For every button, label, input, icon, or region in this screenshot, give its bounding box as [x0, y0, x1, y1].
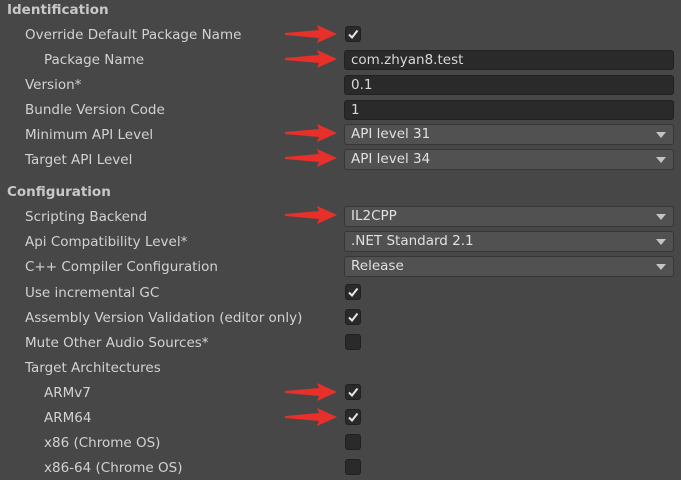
annotation-arrow-icon — [285, 408, 337, 426]
annotation-arrow-icon — [285, 124, 337, 142]
api-compat-label: Api Compatibility Level* — [25, 234, 188, 250]
target-api-dropdown[interactable]: API level 34 — [344, 149, 674, 170]
annotation-arrow-icon — [285, 206, 337, 224]
armv7-checkbox[interactable] — [345, 384, 361, 400]
target-arch-row: Target Architectures — [0, 358, 681, 380]
checkmark-icon — [348, 29, 359, 40]
x86-label: x86 (Chrome OS) — [44, 435, 161, 451]
arm64-checkbox[interactable] — [345, 409, 361, 425]
min-api-row: Minimum API Level API level 31 — [0, 124, 681, 146]
annotation-arrow-icon — [285, 25, 337, 43]
min-api-value: API level 31 — [351, 126, 431, 142]
x86-checkbox[interactable] — [345, 434, 361, 450]
min-api-dropdown[interactable]: API level 31 — [344, 124, 674, 145]
version-label: Version* — [25, 77, 82, 93]
target-arch-label: Target Architectures — [25, 360, 161, 376]
arm64-row: ARM64 — [0, 408, 681, 430]
scripting-backend-row: Scripting Backend IL2CPP — [0, 206, 681, 228]
assembly-validation-row: Assembly Version Validation (editor only… — [0, 308, 681, 330]
x86-64-row: x86-64 (Chrome OS) — [0, 458, 681, 480]
package-name-label: Package Name — [44, 52, 145, 68]
mute-audio-checkbox[interactable] — [345, 334, 361, 350]
version-input[interactable]: 0.1 — [344, 75, 674, 95]
min-api-label: Minimum API Level — [25, 127, 154, 143]
checkmark-icon — [348, 387, 359, 398]
annotation-arrow-icon — [285, 50, 337, 68]
cpp-config-value: Release — [351, 258, 404, 274]
scripting-backend-dropdown[interactable]: IL2CPP — [344, 206, 674, 227]
package-name-row: Package Name com.zhyan8.test — [0, 50, 681, 72]
cpp-config-row: C++ Compiler Configuration Release — [0, 256, 681, 278]
chevron-down-icon — [656, 264, 666, 270]
incremental-gc-checkbox[interactable] — [345, 284, 361, 300]
scripting-backend-label: Scripting Backend — [25, 209, 148, 225]
override-package-row: Override Default Package Name — [0, 25, 681, 47]
assembly-validation-checkbox[interactable] — [345, 309, 361, 325]
x86-64-label: x86-64 (Chrome OS) — [44, 460, 183, 476]
mute-audio-label: Mute Other Audio Sources* — [25, 335, 209, 351]
bundle-version-label: Bundle Version Code — [25, 102, 165, 118]
override-package-checkbox[interactable] — [345, 26, 361, 42]
chevron-down-icon — [656, 132, 666, 138]
annotation-arrow-icon — [285, 149, 337, 167]
armv7-row: ARMv7 — [0, 383, 681, 405]
x86-row: x86 (Chrome OS) — [0, 433, 681, 455]
armv7-label: ARMv7 — [44, 385, 91, 401]
api-compat-value: .NET Standard 2.1 — [351, 233, 474, 249]
mute-audio-row: Mute Other Audio Sources* — [0, 333, 681, 355]
checkmark-icon — [348, 312, 359, 323]
bundle-version-row: Bundle Version Code 1 — [0, 100, 681, 122]
identification-header: Identification — [7, 2, 109, 18]
api-compat-row: Api Compatibility Level* .NET Standard 2… — [0, 231, 681, 253]
configuration-header: Configuration — [7, 184, 111, 200]
annotation-arrow-icon — [285, 383, 337, 401]
chevron-down-icon — [656, 214, 666, 220]
x86-64-checkbox[interactable] — [345, 459, 361, 475]
api-compat-dropdown[interactable]: .NET Standard 2.1 — [344, 231, 674, 252]
checkmark-icon — [348, 412, 359, 423]
target-api-value: API level 34 — [351, 151, 431, 167]
chevron-down-icon — [656, 239, 666, 245]
package-name-input[interactable]: com.zhyan8.test — [344, 50, 674, 70]
target-api-label: Target API Level — [25, 152, 133, 168]
cpp-config-dropdown[interactable]: Release — [344, 256, 674, 277]
incremental-gc-row: Use incremental GC — [0, 283, 681, 305]
override-package-label: Override Default Package Name — [25, 27, 242, 43]
target-api-row: Target API Level API level 34 — [0, 149, 681, 171]
arm64-label: ARM64 — [44, 410, 92, 426]
cpp-config-label: C++ Compiler Configuration — [25, 259, 218, 275]
checkmark-icon — [348, 287, 359, 298]
incremental-gc-label: Use incremental GC — [25, 285, 160, 301]
chevron-down-icon — [656, 157, 666, 163]
assembly-validation-label: Assembly Version Validation (editor only… — [25, 310, 303, 326]
scripting-backend-value: IL2CPP — [351, 208, 397, 224]
version-row: Version* 0.1 — [0, 75, 681, 97]
bundle-version-input[interactable]: 1 — [344, 100, 674, 120]
